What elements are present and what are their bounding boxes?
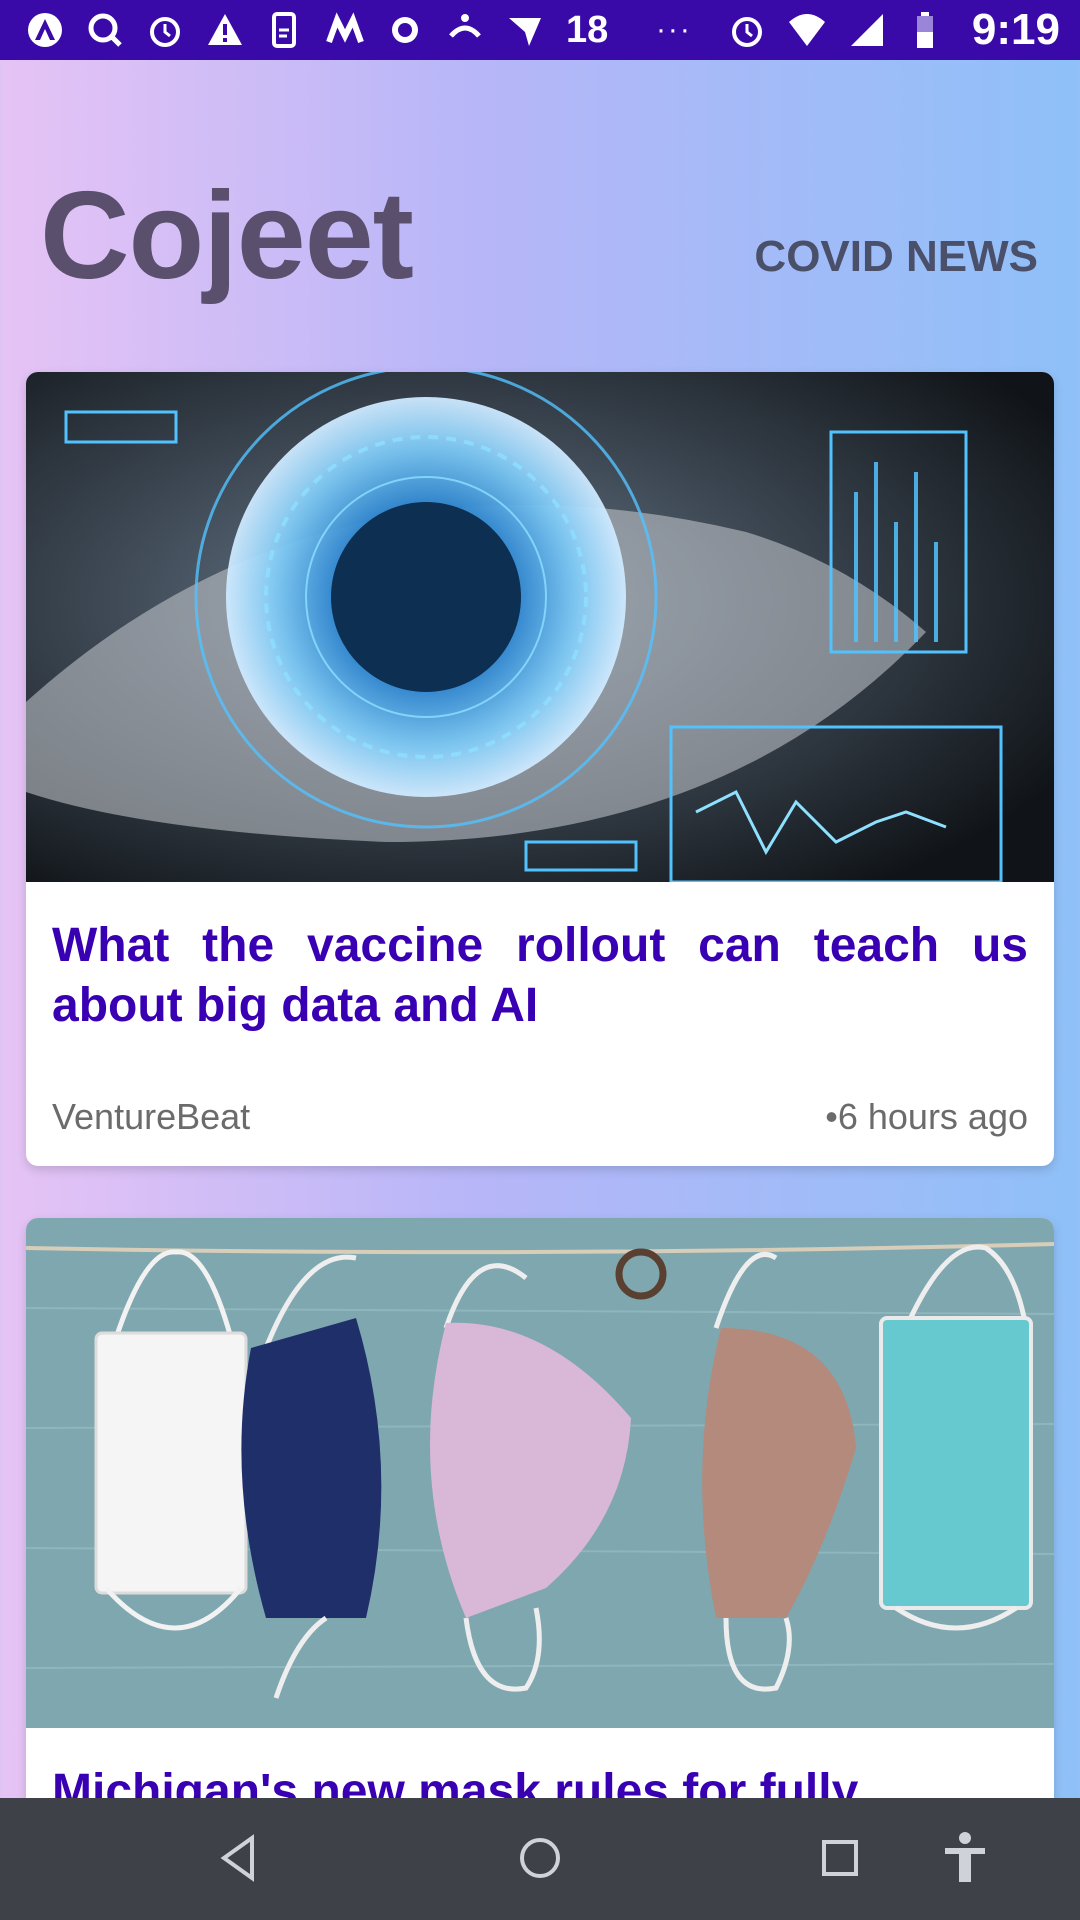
notification-count: 18 [566, 8, 609, 51]
back-triangle-icon[interactable] [210, 1828, 270, 1888]
card-body: What the vaccine rollout can teach us ab… [26, 882, 1054, 1036]
status-bar: 18 ··· 9:19 [0, 0, 1080, 60]
status-left-icons: 18 [22, 7, 608, 53]
phone-doc-icon [262, 7, 308, 53]
news-card[interactable]: What the vaccine rollout can teach us ab… [26, 372, 1054, 1166]
section-label: COVID NEWS [754, 232, 1038, 281]
status-right-icons: ··· 9:19 [626, 5, 1060, 55]
navigation-bar [0, 1798, 1080, 1920]
face-masks-image [26, 1218, 1054, 1728]
a-circle-icon [22, 7, 68, 53]
overflow-indicator: ··· [655, 13, 692, 46]
m-logo-icon [322, 7, 368, 53]
article-title[interactable]: What the vaccine rollout can teach us ab… [52, 916, 1028, 1036]
battery-icon [904, 7, 950, 53]
clock: 9:19 [971, 5, 1060, 54]
home-circle-icon[interactable] [510, 1828, 570, 1888]
header: Cojeet COVID NEWS [0, 60, 1080, 370]
article-source: VentureBeat [52, 1096, 251, 1137]
transfer-icon [442, 7, 488, 53]
wifi-icon [784, 7, 830, 53]
alarm-icon [142, 7, 188, 53]
bird-icon [502, 7, 548, 53]
warning-icon [202, 7, 248, 53]
eye-scan-image [26, 372, 1054, 882]
brightness-icon [382, 7, 428, 53]
search-icon [82, 7, 128, 53]
recents-square-icon[interactable] [810, 1828, 870, 1888]
alarm-icon [724, 7, 770, 53]
signal-icon [844, 7, 890, 53]
article-time: •6 hours ago [825, 1096, 1028, 1137]
accessibility-icon[interactable] [935, 1828, 995, 1888]
article-meta: VentureBeat •6 hours ago [52, 1096, 1028, 1138]
app-title: Cojeet [40, 167, 414, 305]
